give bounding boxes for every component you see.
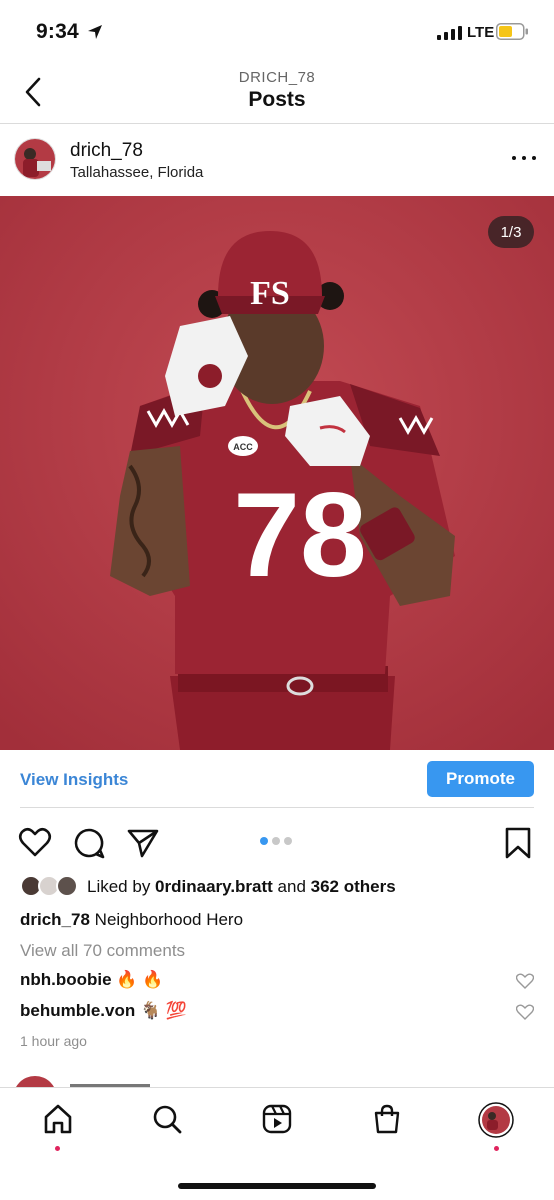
nav-header: DRICH_78 Posts	[0, 62, 554, 124]
home-notification-dot	[55, 1146, 60, 1151]
avatar-image	[15, 139, 55, 179]
location-arrow-icon	[88, 25, 102, 39]
image-counter-badge: 1/3	[488, 216, 534, 248]
post-image[interactable]: 78 ACC FS	[0, 196, 554, 750]
bookmark-icon[interactable]	[504, 826, 532, 860]
tab-home[interactable]	[40, 1103, 76, 1143]
comment-username[interactable]: behumble.von	[20, 1001, 135, 1020]
heart-icon[interactable]	[18, 826, 52, 860]
insights-row: View Insights Promote	[20, 760, 534, 808]
action-row	[0, 822, 554, 862]
more-dot	[522, 156, 526, 160]
tab-reels[interactable]	[259, 1103, 295, 1143]
header-username: DRICH_78	[238, 69, 316, 86]
promote-button[interactable]: Promote	[427, 761, 534, 797]
battery-icon	[496, 23, 528, 40]
signal-bars-icon	[437, 26, 462, 40]
liker-avatar	[56, 875, 78, 897]
carousel-dots	[260, 837, 292, 845]
reels-icon	[262, 1104, 292, 1134]
network-label: LTE	[467, 24, 495, 41]
profile-notification-dot	[494, 1146, 499, 1151]
post-timestamp: 1 hour ago	[20, 1033, 87, 1049]
likes-row[interactable]: Liked by 0rdinaary.bratt and 362 others	[20, 874, 534, 900]
caption-username[interactable]: drich_78	[20, 910, 90, 929]
status-time: 9:34	[36, 20, 79, 43]
liked-by-user[interactable]: 0rdinaary.bratt	[155, 877, 273, 896]
more-dot	[532, 156, 536, 160]
carousel-dot	[272, 837, 280, 845]
post-avatar[interactable]	[14, 138, 56, 180]
profile-avatar-icon	[478, 1102, 514, 1138]
tab-search[interactable]	[149, 1103, 185, 1143]
jersey-number: 78	[233, 468, 366, 602]
tab-profile[interactable]	[478, 1102, 514, 1142]
home-icon	[44, 1104, 72, 1134]
share-icon[interactable]	[126, 826, 160, 860]
post-username[interactable]: drich_78	[70, 140, 143, 162]
post-header: drich_78 Tallahassee, Florida	[0, 124, 554, 196]
comment-text: 🐐 💯	[139, 1001, 188, 1020]
cap-logo: FS	[250, 275, 290, 312]
comment-heart-icon[interactable]	[516, 1004, 534, 1020]
svg-text:ACC: ACC	[233, 442, 253, 452]
status-bar: 9:34 LTE	[0, 0, 554, 62]
home-indicator	[178, 1183, 376, 1189]
comment-item: behumble.von 🐐 💯	[20, 1001, 534, 1025]
likes-and: and	[272, 877, 311, 896]
liker-avatars	[20, 874, 80, 900]
more-options-button[interactable]	[512, 148, 536, 168]
carousel-dot-active	[260, 837, 268, 845]
more-dot	[512, 156, 516, 160]
next-post-avatar-peek	[15, 1076, 150, 1088]
comment-icon[interactable]	[72, 826, 106, 860]
likes-others[interactable]: 362 others	[311, 877, 396, 896]
page-title: Posts	[248, 88, 306, 111]
next-post-peek	[0, 1072, 554, 1088]
caption-text: Neighborhood Hero	[94, 910, 244, 929]
player-photo: 78 ACC FS	[0, 196, 554, 750]
post-caption: drich_78 Neighborhood Hero	[20, 910, 243, 930]
search-icon	[153, 1105, 182, 1134]
comment-text: 🔥 🔥	[116, 970, 164, 989]
likes-prefix: Liked by	[87, 877, 156, 896]
comment-heart-icon[interactable]	[516, 973, 534, 989]
post-location[interactable]: Tallahassee, Florida	[70, 164, 203, 181]
carousel-dot	[284, 837, 292, 845]
view-all-comments-link[interactable]: View all 70 comments	[20, 941, 185, 961]
tab-shop[interactable]	[369, 1103, 405, 1143]
comment-username[interactable]: nbh.boobie	[20, 970, 112, 989]
likes-text: Liked by 0rdinaary.bratt and 362 others	[87, 877, 396, 897]
view-insights-link[interactable]: View Insights	[20, 770, 128, 790]
comment-item: nbh.boobie 🔥 🔥	[20, 970, 534, 994]
shopping-bag-icon	[374, 1104, 400, 1134]
